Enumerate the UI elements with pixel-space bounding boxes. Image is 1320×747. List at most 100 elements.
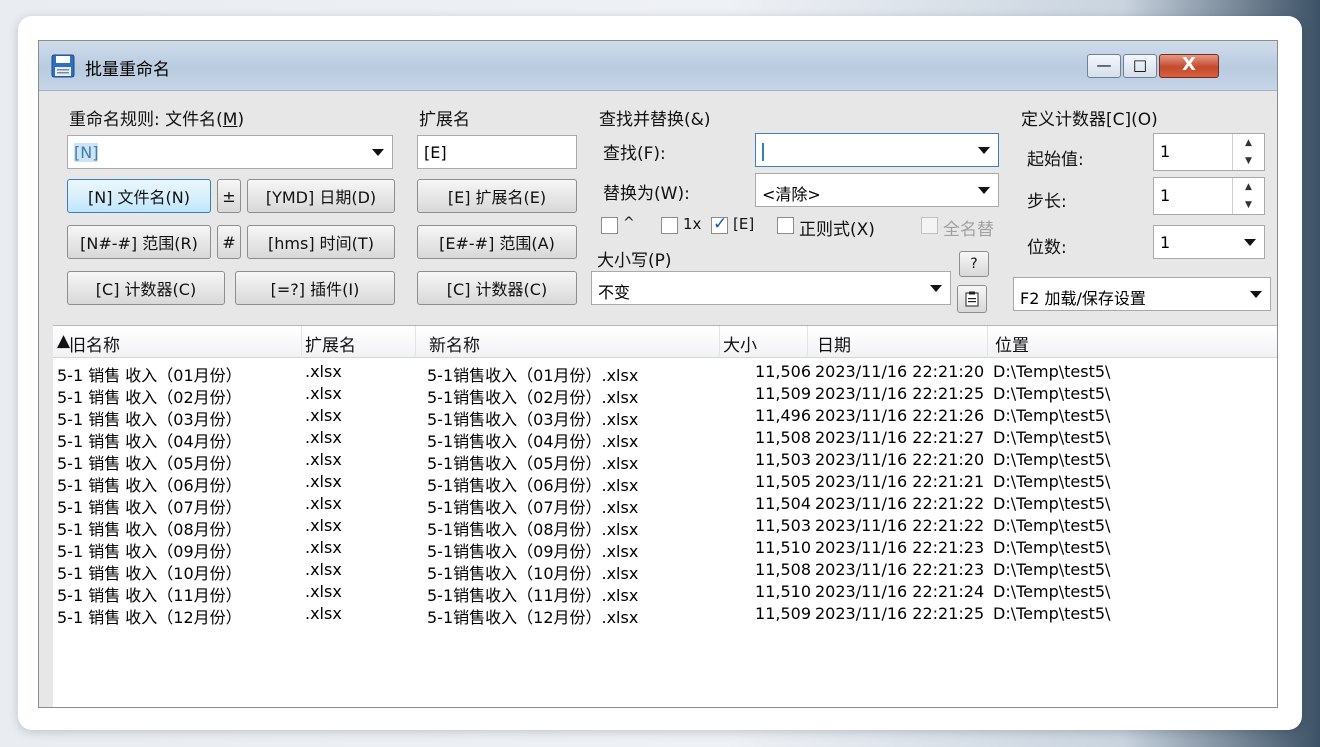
find-replace-label: 查找并替换(&): [599, 110, 711, 130]
text-caret: [762, 142, 764, 161]
find-input[interactable]: [755, 133, 999, 167]
date-cell: 2023/11/16 22:21:20: [815, 362, 985, 381]
table-row[interactable]: 5-1 销售 收入（09月份） .xlsx 5-1销售收入（09月份）.xlsx 11…: [53, 536, 1277, 561]
chevron-down-icon[interactable]: [372, 149, 384, 156]
column-divider[interactable]: [719, 326, 720, 358]
table-row[interactable]: 5-1 销售 收入（03月份） .xlsx 5-1销售收入（03月份）.xlsx 11…: [53, 404, 1277, 429]
n-filename-button[interactable]: [N] 文件名(N): [67, 179, 211, 213]
file-list[interactable]: ▲ 旧名称 扩展名 新名称 大小 日期 位置 5-1 销售 收入（01月份） .x…: [53, 325, 1277, 707]
column-divider[interactable]: [301, 326, 302, 358]
rename-rule-input[interactable]: [N]: [67, 135, 393, 169]
spinner-arrows[interactable]: ▲ ▼: [1232, 134, 1264, 170]
location-cell: D:\Temp\test5\: [993, 604, 1111, 623]
extension-cell: .xlsx: [305, 472, 342, 491]
caret-checkbox[interactable]: [601, 217, 618, 234]
ymd-date-button[interactable]: [YMD] 日期(D): [247, 179, 395, 213]
window-title: 批量重命名: [85, 60, 170, 80]
table-row[interactable]: 5-1 销售 收入（12月份） .xlsx 5-1销售收入（12月份）.xlsx 11…: [53, 602, 1277, 627]
table-row[interactable]: 5-1 销售 收入（07月份） .xlsx 5-1销售收入（07月份）.xlsx 11…: [53, 492, 1277, 517]
spin-up-icon[interactable]: ▲: [1233, 134, 1264, 152]
extension-input[interactable]: [E]: [417, 135, 577, 169]
ext-counter-button[interactable]: [C] 计数器(C): [417, 271, 577, 305]
column-divider[interactable]: [987, 326, 988, 358]
extension-cell: .xlsx: [305, 406, 342, 425]
location-cell: D:\Temp\test5\: [993, 538, 1111, 557]
ext-range-button[interactable]: [E#-#] 范围(A): [417, 225, 577, 259]
table-row[interactable]: 5-1 销售 收入（11月份） .xlsx 5-1销售收入（11月份）.xlsx 11…: [53, 580, 1277, 605]
step-value-spinner[interactable]: 1 ▲ ▼: [1153, 177, 1265, 215]
regex-checkbox[interactable]: [777, 217, 794, 234]
regex-option-label: 正则式(X): [799, 220, 875, 240]
case-select[interactable]: 不变: [591, 271, 951, 305]
date-cell: 2023/11/16 22:21:24: [815, 582, 985, 601]
extension-cell: .xlsx: [305, 428, 342, 447]
table-row[interactable]: 5-1 销售 收入（08月份） .xlsx 5-1销售收入（08月份）.xlsx 11…: [53, 514, 1277, 539]
table-row[interactable]: 5-1 销售 收入（05月份） .xlsx 5-1销售收入（05月份）.xlsx 11…: [53, 448, 1277, 473]
chevron-down-icon[interactable]: [978, 147, 990, 154]
spin-down-icon[interactable]: ▼: [1233, 196, 1264, 214]
fullname-checkbox[interactable]: [921, 217, 938, 234]
location-cell: D:\Temp\test5\: [993, 582, 1111, 601]
clipboard-button[interactable]: [957, 285, 987, 313]
column-divider[interactable]: [415, 326, 416, 358]
size-cell: 11,510: [755, 538, 811, 557]
date-cell: 2023/11/16 22:21:22: [815, 516, 985, 535]
size-cell: 11,503: [755, 450, 811, 469]
spin-down-icon[interactable]: ▼: [1233, 152, 1264, 170]
extension-cell: .xlsx: [305, 538, 342, 557]
chevron-down-icon[interactable]: [978, 187, 990, 194]
column-extension[interactable]: 扩展名: [305, 331, 356, 356]
n-range-button[interactable]: [N#-#] 范围(R): [67, 225, 211, 259]
table-row[interactable]: 5-1 销售 收入（01月份） .xlsx 5-1销售收入（01月份）.xlsx 11…: [53, 360, 1277, 385]
column-date[interactable]: 日期: [817, 331, 851, 356]
ext-button[interactable]: [E] 扩展名(E): [417, 179, 577, 213]
size-cell: 11,503: [755, 516, 811, 535]
chevron-down-icon[interactable]: [1250, 291, 1262, 298]
size-cell: 11,506: [755, 362, 811, 381]
replace-input[interactable]: <清除>: [755, 173, 999, 207]
table-row[interactable]: 5-1 销售 收入（10月份） .xlsx 5-1销售收入（10月份）.xlsx 11…: [53, 558, 1277, 583]
start-value-spinner[interactable]: 1 ▲ ▼: [1153, 133, 1265, 171]
size-cell: 11,509: [755, 604, 811, 623]
rename-rule-value: [N]: [74, 143, 99, 162]
maximize-button[interactable]: □: [1123, 54, 1157, 78]
chevron-down-icon[interactable]: [1244, 239, 1256, 246]
close-icon: X: [1182, 54, 1196, 75]
location-cell: D:\Temp\test5\: [993, 450, 1111, 469]
digits-select[interactable]: 1: [1153, 225, 1265, 259]
plugin-button[interactable]: [=?] 插件(I): [235, 271, 395, 305]
table-row[interactable]: 5-1 销售 收入（02月份） .xlsx 5-1销售收入（02月份）.xlsx 11…: [53, 382, 1277, 407]
new-name-cell: 5-1销售收入（12月份）.xlsx: [427, 608, 639, 627]
title-bar[interactable]: 批量重命名 — □ X: [39, 41, 1277, 91]
start-value: 1: [1160, 142, 1171, 161]
minimize-button[interactable]: —: [1087, 54, 1121, 78]
date-cell: 2023/11/16 22:21:22: [815, 494, 985, 513]
table-row[interactable]: 5-1 销售 收入（06月份） .xlsx 5-1销售收入（06月份）.xlsx 11…: [53, 470, 1277, 495]
size-cell: 11,508: [755, 428, 811, 447]
chevron-down-icon[interactable]: [930, 285, 942, 292]
size-cell: 11,504: [755, 494, 811, 513]
help-button[interactable]: ?: [959, 251, 989, 277]
extension-cell: .xlsx: [305, 582, 342, 601]
hms-time-button[interactable]: [hms] 时间(T): [247, 225, 395, 259]
ext-checkbox[interactable]: [711, 214, 728, 234]
date-cell: 2023/11/16 22:21:27: [815, 428, 985, 447]
preset-select[interactable]: F2 加载/保存设置: [1013, 277, 1271, 311]
plusminus-button[interactable]: ±: [217, 179, 241, 213]
spin-up-icon[interactable]: ▲: [1233, 178, 1264, 196]
counter-button[interactable]: [C] 计数器(C): [67, 271, 225, 305]
digits-label: 位数:: [1027, 238, 1067, 258]
column-new-name[interactable]: 新名称: [429, 331, 480, 356]
spinner-arrows[interactable]: ▲ ▼: [1232, 178, 1264, 214]
extension-cell: .xlsx: [305, 494, 342, 513]
column-location[interactable]: 位置: [995, 331, 1029, 356]
location-cell: D:\Temp\test5\: [993, 384, 1111, 403]
column-divider[interactable]: [807, 326, 808, 358]
column-size[interactable]: 大小: [723, 331, 757, 356]
location-cell: D:\Temp\test5\: [993, 494, 1111, 513]
hash-button[interactable]: #: [217, 225, 241, 259]
close-button[interactable]: X: [1159, 54, 1219, 78]
column-old-name[interactable]: 旧名称: [69, 331, 120, 356]
table-row[interactable]: 5-1 销售 收入（04月份） .xlsx 5-1销售收入（04月份）.xlsx 11…: [53, 426, 1277, 451]
once-checkbox[interactable]: [661, 217, 678, 234]
